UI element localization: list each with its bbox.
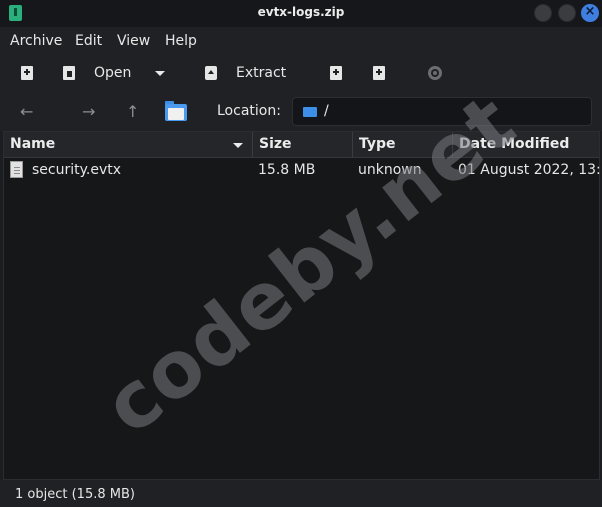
- file-date-modified: 01 August 2022, 13:...: [458, 162, 602, 178]
- folder-icon: [303, 107, 317, 117]
- file-type: unknown: [358, 162, 422, 178]
- open-icon[interactable]: [63, 66, 75, 80]
- menu-view[interactable]: View: [117, 33, 150, 49]
- open-button[interactable]: Open: [94, 65, 131, 81]
- stop-icon[interactable]: [428, 66, 442, 80]
- new-archive-icon[interactable]: [21, 66, 33, 80]
- up-arrow-icon[interactable]: ↑: [126, 102, 139, 121]
- open-recent-chevron-down-icon[interactable]: [155, 71, 165, 76]
- close-button[interactable]: ×: [581, 4, 599, 22]
- add-folder-icon[interactable]: [373, 66, 385, 80]
- menu-archive[interactable]: Archive: [10, 33, 62, 49]
- column-label: Type: [359, 136, 396, 152]
- forward-arrow-icon[interactable]: →: [82, 102, 95, 121]
- sort-chevron-down-icon: [233, 143, 243, 148]
- menu-edit[interactable]: Edit: [75, 33, 102, 49]
- close-icon: ×: [584, 4, 596, 19]
- status-text: 1 object (15.8 MB): [15, 487, 135, 502]
- column-header-name[interactable]: Name: [4, 132, 253, 157]
- window-title: evtx-logs.zip: [257, 5, 345, 19]
- maximize-button[interactable]: [558, 4, 576, 22]
- column-label: Size: [259, 136, 292, 152]
- column-label: Date Modified: [459, 136, 570, 152]
- location-field[interactable]: /: [292, 97, 592, 126]
- title-bar: evtx-logs.zip ×: [0, 0, 602, 27]
- column-header-type[interactable]: Type: [353, 132, 453, 157]
- back-arrow-icon[interactable]: ←: [20, 102, 33, 121]
- menu-help[interactable]: Help: [165, 33, 197, 49]
- menu-bar: Archive Edit View Help: [0, 27, 602, 55]
- location-path: /: [324, 103, 329, 119]
- home-folder-icon[interactable]: [165, 101, 187, 121]
- location-bar: ← → ↑ Location: /: [0, 93, 602, 131]
- column-header-size[interactable]: Size: [253, 132, 353, 157]
- extract-button[interactable]: Extract: [236, 65, 286, 81]
- toolbar: Open Extract: [0, 55, 602, 93]
- status-bar: 1 object (15.8 MB): [0, 480, 602, 507]
- minimize-button[interactable]: [534, 4, 552, 22]
- table-row[interactable]: security.evtx 15.8 MB unknown 01 August …: [4, 158, 602, 182]
- location-label: Location:: [217, 103, 281, 119]
- add-files-icon[interactable]: [330, 66, 342, 80]
- extract-icon[interactable]: [205, 66, 217, 80]
- table-header: Name Size Type Date Modified: [4, 132, 599, 158]
- file-list: Name Size Type Date Modified security.ev…: [3, 131, 602, 480]
- column-label: Name: [10, 136, 56, 152]
- file-size: 15.8 MB: [258, 162, 316, 178]
- file-icon: [10, 161, 23, 178]
- file-name: security.evtx: [32, 162, 122, 178]
- column-header-date-modified[interactable]: Date Modified: [453, 132, 599, 157]
